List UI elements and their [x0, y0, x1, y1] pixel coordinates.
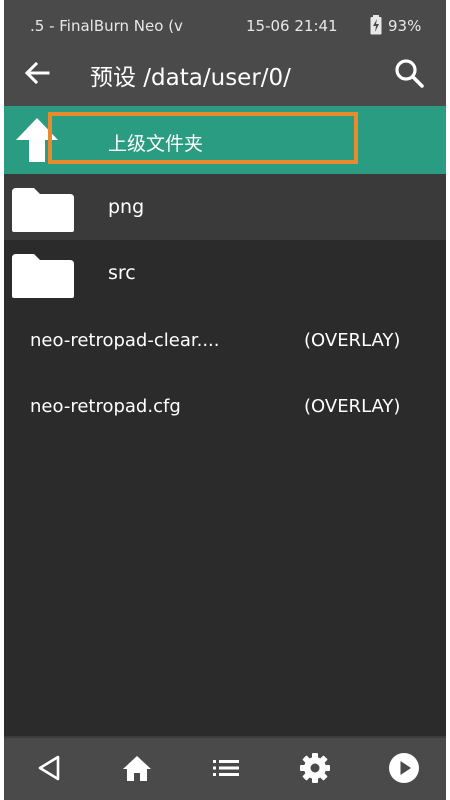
selection-highlight	[48, 112, 358, 164]
file-name: neo-retropad.cfg	[30, 396, 181, 417]
page-title: 预设 /data/user/0/	[90, 65, 291, 91]
file-type: (OVERLAY)	[304, 330, 401, 351]
folder-item-src[interactable]: src	[4, 240, 446, 306]
play-icon[interactable]	[388, 752, 420, 784]
folder-label: png	[108, 196, 145, 218]
battery-charging-icon	[370, 15, 382, 35]
parent-folder-item[interactable]: 上级文件夹	[4, 106, 446, 174]
arrow-left-icon[interactable]	[22, 58, 52, 88]
list-icon[interactable]	[210, 752, 242, 784]
file-browser-list: 上级文件夹 png src neo-retropad-clear.... (OV…	[4, 106, 446, 438]
folder-icon	[12, 254, 74, 298]
home-icon[interactable]	[121, 752, 153, 784]
folder-icon	[12, 188, 74, 232]
battery-level: 93%	[388, 17, 422, 35]
app-bar: 预设 /data/user/0/	[4, 40, 446, 106]
folder-item-png[interactable]: png	[4, 174, 446, 240]
bottom-nav-bar	[4, 736, 446, 800]
nav-divider	[4, 736, 446, 738]
gear-icon[interactable]	[299, 752, 331, 784]
screen: .5 - FinalBurn Neo (v 15-06 21:41 93% 预设…	[4, 0, 446, 800]
status-app-title: .5 - FinalBurn Neo (v	[30, 17, 183, 35]
file-name: neo-retropad-clear....	[30, 330, 220, 351]
file-item[interactable]: neo-retropad-clear.... (OVERLAY)	[4, 306, 446, 372]
back-triangle-icon[interactable]	[34, 752, 66, 784]
status-bar: .5 - FinalBurn Neo (v 15-06 21:41 93%	[4, 0, 446, 40]
file-type: (OVERLAY)	[304, 396, 401, 417]
search-icon[interactable]	[392, 56, 426, 90]
status-datetime: 15-06 21:41	[246, 17, 338, 35]
folder-label: src	[108, 262, 136, 284]
file-item[interactable]: neo-retropad.cfg (OVERLAY)	[4, 372, 446, 438]
